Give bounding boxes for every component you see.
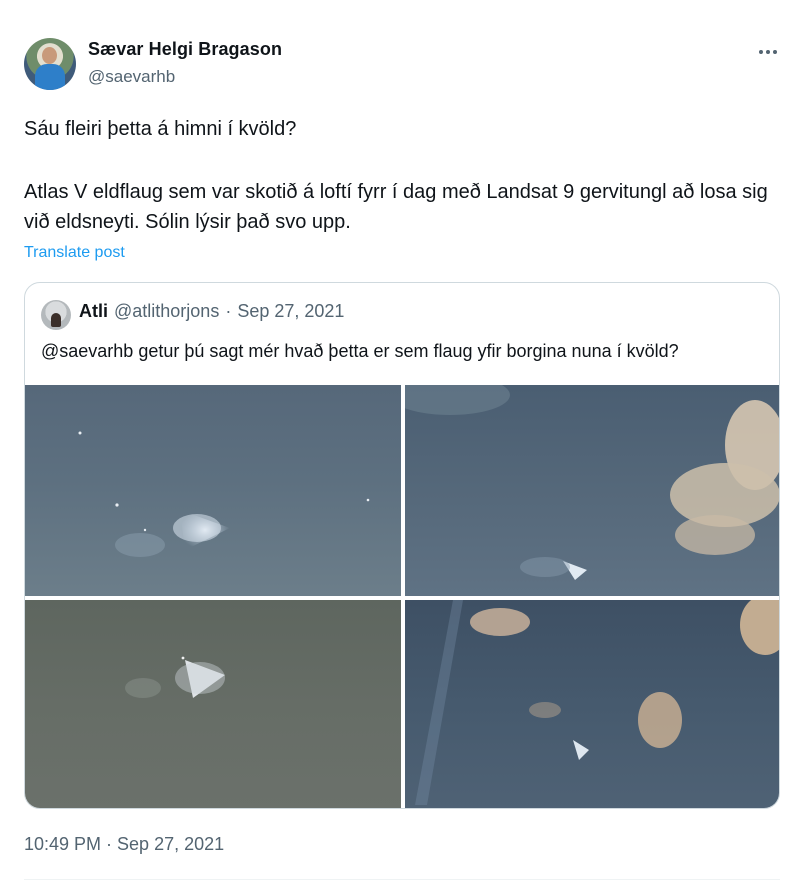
quote-media-grid xyxy=(25,385,779,808)
quote-text: @saevarhb getur þú sagt mér hvað þetta e… xyxy=(41,341,679,361)
author-handle[interactable]: @saevarhb xyxy=(88,67,282,87)
quote-separator: · xyxy=(225,301,232,321)
translate-post-link[interactable]: Translate post xyxy=(24,244,125,262)
quote-image-2[interactable] xyxy=(405,385,779,596)
author-block: Sævar Helgi Bragason @saevarhb xyxy=(88,39,282,87)
divider xyxy=(24,879,780,880)
quote-author-handle[interactable]: @atlithorjons xyxy=(114,301,219,322)
tweet-text-line1: Sáu fleiri þetta á himni í kvöld? xyxy=(24,118,297,140)
tweet-text-line2: Atlas V eldflaug sem var skotið á loftí … xyxy=(24,181,768,233)
quote-avatar[interactable] xyxy=(41,300,71,330)
quote-date[interactable]: Sep 27, 2021 xyxy=(237,301,344,322)
tweet: Sævar Helgi Bragason @saevarhb Sáu fleir… xyxy=(0,0,800,883)
quote-header: Atli @atlithorjons · Sep 27, 2021 xyxy=(79,301,344,322)
quote-image-1[interactable] xyxy=(25,385,401,596)
quote-author-name[interactable]: Atli xyxy=(79,301,108,322)
quote-image-3[interactable] xyxy=(25,600,401,808)
quote-image-4[interactable] xyxy=(405,600,779,808)
author-name[interactable]: Sævar Helgi Bragason xyxy=(88,39,282,60)
author-avatar[interactable] xyxy=(24,38,76,90)
more-icon[interactable] xyxy=(753,40,783,64)
tweet-timestamp[interactable]: 10:49 PM · Sep 27, 2021 xyxy=(24,834,224,855)
quoted-tweet[interactable]: Atli @atlithorjons · Sep 27, 2021 @saeva… xyxy=(24,282,780,809)
